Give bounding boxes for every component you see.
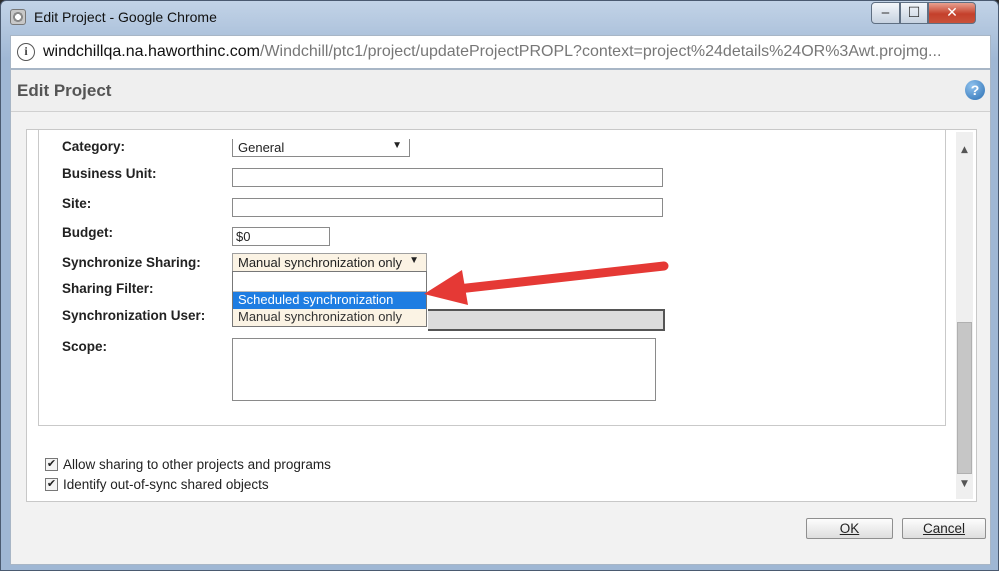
business-unit-input[interactable] xyxy=(232,168,663,187)
dropdown-option-scheduled[interactable]: Scheduled synchronization xyxy=(233,292,426,309)
form-panel: Category: General ▼ Business Unit: Site: … xyxy=(26,129,977,502)
sharing-filter-label: Sharing Filter: xyxy=(62,281,154,296)
browser-window: Edit Project - Google Chrome ‒ ☐ ✕ i win… xyxy=(0,0,999,571)
identify-out-of-sync-checkbox[interactable]: ✔ xyxy=(45,478,58,491)
category-select[interactable]: General ▼ xyxy=(232,139,410,157)
attributes-fieldset: Category: General ▼ Business Unit: Site: … xyxy=(38,130,946,426)
help-icon[interactable]: ? xyxy=(965,80,985,100)
allow-sharing-checkbox[interactable]: ✔ xyxy=(45,458,58,471)
category-label: Category: xyxy=(62,139,126,154)
scroll-down-icon[interactable]: ▼ xyxy=(956,476,973,493)
scope-textarea[interactable] xyxy=(232,338,656,401)
scope-label: Scope: xyxy=(62,339,108,354)
synchronize-sharing-select[interactable]: Manual synchronization only ▼ xyxy=(232,253,427,272)
title-bar: Edit Project - Google Chrome ‒ ☐ ✕ xyxy=(1,1,998,35)
url-path: /Windchill/ptc1/project/updateProjectPRO… xyxy=(260,43,942,60)
budget-label: Budget: xyxy=(62,225,113,240)
info-icon[interactable]: i xyxy=(17,43,35,61)
business-unit-label: Business Unit: xyxy=(62,166,157,181)
address-bar[interactable]: i windchillqa.na.haworthinc.com/Windchil… xyxy=(10,35,991,69)
synchronization-user-label: Synchronization User: xyxy=(62,308,206,323)
cancel-button[interactable]: Cancel xyxy=(902,518,986,539)
chrome-app-icon xyxy=(10,9,26,25)
synchronize-sharing-options: Scheduled synchronization Manual synchro… xyxy=(232,271,427,327)
budget-input[interactable]: $0 xyxy=(232,227,330,246)
chevron-down-icon: ▼ xyxy=(392,140,402,151)
page-header: Edit Project ? xyxy=(11,70,990,112)
ok-button[interactable]: OK xyxy=(806,518,893,539)
synchronize-sharing-value: Manual synchronization only xyxy=(238,255,403,270)
close-window-button[interactable]: ✕ xyxy=(928,2,976,24)
url-text[interactable]: windchillqa.na.haworthinc.com/Windchill/… xyxy=(43,43,941,61)
window-title: Edit Project - Google Chrome xyxy=(34,9,217,25)
site-label: Site: xyxy=(62,196,92,211)
chevron-down-icon: ▼ xyxy=(409,255,419,266)
scroll-up-icon[interactable]: ▲ xyxy=(956,142,973,159)
maximize-button[interactable]: ☐ xyxy=(900,2,928,24)
scrollbar-thumb[interactable] xyxy=(957,322,972,474)
synchronization-user-field[interactable] xyxy=(428,309,665,331)
synchronize-sharing-label: Synchronize Sharing: xyxy=(62,255,201,270)
identify-out-of-sync-label: Identify out-of-sync shared objects xyxy=(63,477,269,492)
dropdown-option-blank[interactable] xyxy=(233,272,426,292)
minimize-button[interactable]: ‒ xyxy=(871,2,900,24)
dropdown-option-manual[interactable]: Manual synchronization only xyxy=(233,309,426,326)
url-host: windchillqa.na.haworthinc.com xyxy=(43,43,260,60)
page-title: Edit Project xyxy=(17,81,112,100)
vertical-scrollbar[interactable]: ▲ ▼ xyxy=(956,132,973,499)
site-input[interactable] xyxy=(232,198,663,217)
page-content: Edit Project ? Category: General ▼ Busine… xyxy=(10,69,991,565)
category-value: General xyxy=(238,140,285,155)
allow-sharing-label: Allow sharing to other projects and prog… xyxy=(63,457,331,472)
